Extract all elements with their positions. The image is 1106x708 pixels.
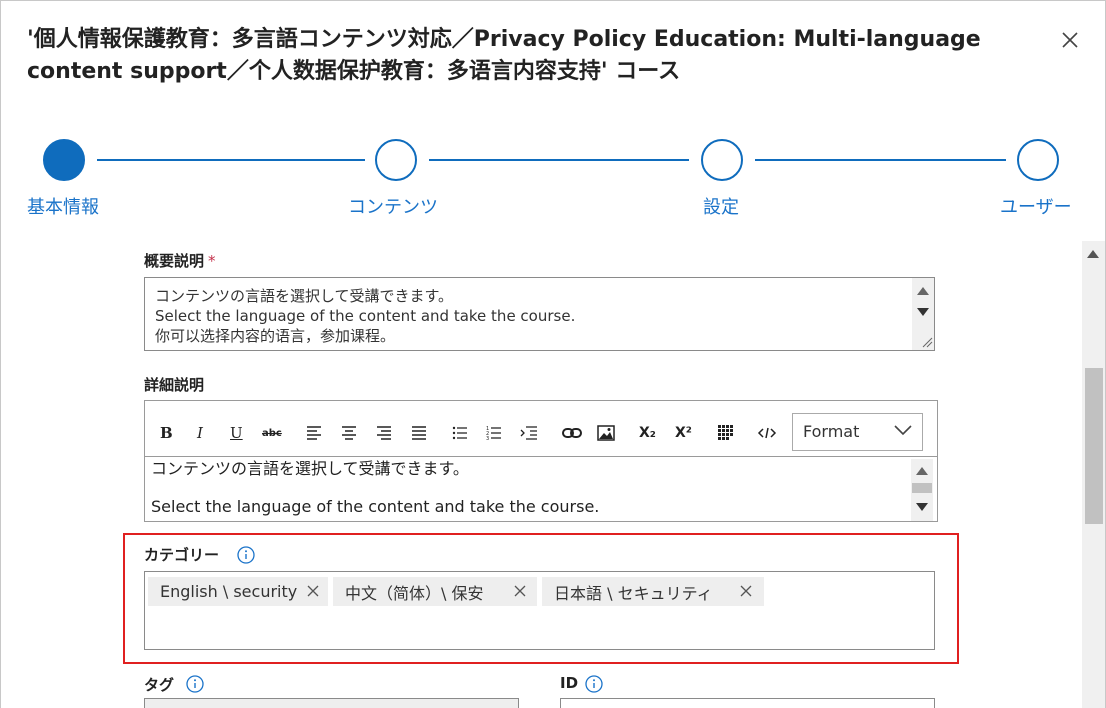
category-chip: English \ security — [148, 577, 328, 606]
remove-chip-icon[interactable] — [739, 584, 753, 598]
details-label: 詳細説明 — [144, 376, 205, 394]
step-4-indicator[interactable] — [1017, 139, 1059, 181]
numbered-list-icon[interactable]: 123 — [486, 423, 502, 443]
source-code-icon[interactable] — [757, 423, 777, 443]
dialog-title: '個人情報保護教育：多言語コンテンツ対応／Privacy Policy Educ… — [27, 27, 981, 84]
chevron-down-icon — [894, 425, 912, 436]
scroll-down-arrow-icon[interactable] — [916, 503, 928, 511]
step-connector — [755, 159, 1006, 161]
summary-text: コンテンツの言語を選択して受講できます。 Select the language … — [155, 286, 575, 346]
indent-icon[interactable] — [520, 423, 538, 443]
summary-label-text: 概要説明 — [144, 252, 205, 270]
summary-line: Select the language of the content and t… — [155, 307, 576, 325]
editor-scrollbar[interactable] — [911, 459, 933, 521]
tags-label: タグ — [144, 676, 175, 694]
step-4-label[interactable]: ユーザー — [1000, 193, 1072, 219]
svg-text:3: 3 — [486, 436, 489, 441]
remove-chip-icon[interactable] — [306, 584, 320, 598]
category-chip: 中文（简体）\ 保安 — [333, 577, 537, 606]
summary-label: 概要説明 * — [144, 250, 216, 271]
superscript-button[interactable]: X² — [675, 423, 692, 443]
id-label: ID — [560, 674, 579, 692]
subscript-button[interactable]: X₂ — [639, 423, 656, 443]
step-1-indicator[interactable] — [43, 139, 85, 181]
italic-button[interactable]: I — [197, 423, 203, 443]
summary-scrollbar[interactable] — [912, 278, 934, 350]
table-icon[interactable] — [717, 423, 735, 443]
format-select[interactable]: Format — [792, 413, 923, 451]
rich-text-editor[interactable]: B I U abc 123 X₂ X² Format コンテンツの言語を選択して… — [144, 400, 938, 522]
align-center-icon[interactable] — [341, 423, 357, 443]
scroll-up-arrow-icon[interactable] — [1087, 250, 1099, 258]
link-icon[interactable] — [562, 423, 582, 443]
summary-textarea[interactable]: コンテンツの言語を選択して受講できます。 Select the language … — [144, 277, 935, 351]
info-icon[interactable] — [186, 675, 204, 693]
close-icon[interactable] — [1058, 28, 1082, 52]
required-mark: * — [208, 252, 216, 270]
category-input[interactable]: English \ security 中文（简体）\ 保安 日本語 \ セキュリ… — [144, 571, 935, 650]
image-icon[interactable] — [597, 423, 615, 443]
summary-line: コンテンツの言語を選択して受講できます。 — [155, 287, 454, 305]
step-connector — [429, 159, 689, 161]
remove-chip-icon[interactable] — [513, 584, 527, 598]
format-select-value: Format — [803, 422, 860, 441]
category-chip-label: 中文（简体）\ 保安 — [345, 583, 484, 603]
category-chip-label: 日本語 \ セキュリティ — [554, 583, 713, 603]
editor-content[interactable]: コンテンツの言語を選択して受講できます。 Select the language… — [151, 459, 599, 517]
editor-line: Select the language of the content and t… — [151, 497, 600, 516]
align-right-icon[interactable] — [376, 423, 392, 443]
step-3-indicator[interactable] — [701, 139, 743, 181]
align-justify-icon[interactable] — [411, 423, 427, 443]
scroll-up-arrow-icon[interactable] — [916, 467, 928, 475]
category-label: カテゴリー — [144, 546, 220, 564]
align-left-icon[interactable] — [306, 423, 322, 443]
page-scrollbar-thumb[interactable] — [1085, 368, 1103, 524]
editor-line: コンテンツの言語を選択して受講できます。 — [151, 459, 469, 478]
bullet-list-icon[interactable] — [452, 423, 468, 443]
info-icon[interactable] — [237, 546, 255, 564]
scroll-down-arrow-icon[interactable] — [917, 308, 929, 316]
category-chip-label: English \ security — [160, 582, 298, 601]
tags-input[interactable] — [144, 698, 519, 708]
step-3-label[interactable]: 設定 — [703, 193, 739, 219]
editor-scrollbar-thumb[interactable] — [912, 483, 932, 493]
editor-line — [151, 479, 599, 497]
info-icon[interactable] — [585, 675, 603, 693]
editor-toolbar: B I U abc 123 X₂ X² Format — [145, 401, 937, 457]
bold-button[interactable]: B — [160, 423, 173, 443]
category-chip: 日本語 \ セキュリティ — [542, 577, 764, 606]
step-2-indicator[interactable] — [375, 139, 417, 181]
step-1-label[interactable]: 基本情報 — [27, 193, 99, 219]
summary-line: 你可以选择内容的语言，参加课程。 — [155, 327, 396, 345]
step-2-label[interactable]: コンテンツ — [348, 193, 438, 219]
underline-button[interactable]: U — [230, 423, 243, 443]
id-input[interactable] — [560, 698, 935, 708]
strikethrough-button[interactable]: abc — [262, 423, 282, 443]
resize-handle-icon[interactable] — [921, 336, 933, 348]
step-connector — [97, 159, 365, 161]
scroll-up-arrow-icon[interactable] — [917, 287, 929, 295]
